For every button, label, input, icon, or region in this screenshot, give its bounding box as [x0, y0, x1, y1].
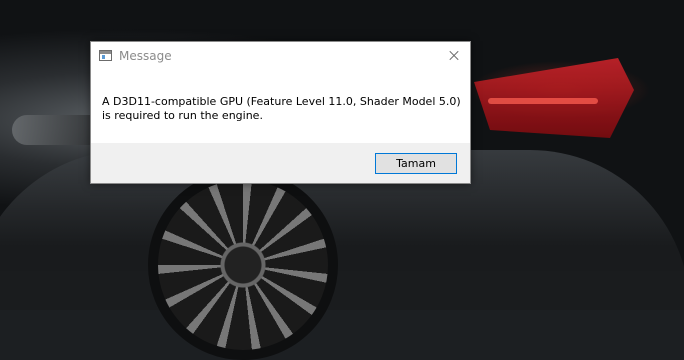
dialog-content: A D3D11-compatible GPU (Feature Level 11…: [91, 71, 470, 143]
dialog-footer: Tamam: [91, 143, 470, 183]
wallpaper-car-mirror: [12, 115, 102, 145]
window-app-icon: [99, 50, 112, 61]
wallpaper-car-wheel: [148, 170, 338, 360]
dialog-message: A D3D11-compatible GPU (Feature Level 11…: [102, 95, 461, 122]
dialog-title: Message: [119, 49, 172, 63]
dialog-titlebar[interactable]: Message: [91, 42, 470, 71]
close-icon[interactable]: [444, 46, 464, 66]
message-dialog: Message A D3D11-compatible GPU (Feature …: [90, 41, 471, 184]
ok-button[interactable]: Tamam: [375, 153, 457, 174]
